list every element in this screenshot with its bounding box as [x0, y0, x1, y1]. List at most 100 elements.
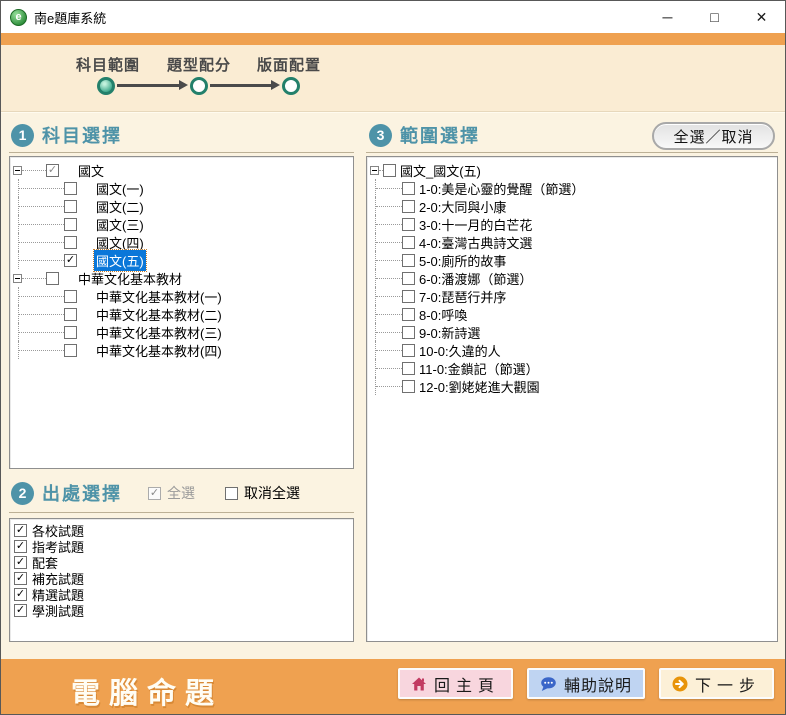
tree-item[interactable]: 11-0:金鎖記（節選）: [367, 359, 777, 377]
tree-checkbox[interactable]: ✓: [46, 164, 59, 177]
tree-item-label[interactable]: 12-0:劉姥姥進大觀園: [417, 376, 542, 397]
tree-item[interactable]: 國文(二): [10, 197, 353, 215]
tree-item[interactable]: ✓國文: [10, 161, 353, 179]
tree-checkbox[interactable]: [64, 308, 77, 321]
tree-item[interactable]: 中華文化基本教材(四): [10, 341, 353, 359]
tree-item[interactable]: 10-0:久違的人: [367, 341, 777, 359]
tree-item[interactable]: 6-0:潘渡娜（節選）: [367, 269, 777, 287]
tree-guide: [22, 278, 46, 279]
tree-checkbox[interactable]: [402, 272, 415, 285]
window-titlebar: e 南e題庫系統 ─ □ ✕: [1, 1, 785, 33]
tree-item[interactable]: 4-0:臺灣古典詩文選: [367, 233, 777, 251]
help-button[interactable]: 輔助說明: [527, 668, 645, 699]
checkbox-icon[interactable]: [225, 487, 238, 500]
tree-item[interactable]: 中華文化基本教材(三): [10, 323, 353, 341]
tree-checkbox[interactable]: [64, 290, 77, 303]
footer-buttons: 回主頁輔助說明 下一步: [398, 668, 774, 699]
tree-item[interactable]: 12-0:劉姥姥進大觀園: [367, 377, 777, 395]
tree-item[interactable]: 中華文化基本教材(二): [10, 305, 353, 323]
tree-item[interactable]: 1-0:美是心靈的覺醒（節選）: [367, 179, 777, 197]
tree-guide: [376, 224, 402, 225]
item-checkbox[interactable]: ✓: [14, 540, 27, 553]
tree-item[interactable]: 中華文化基本教材(一): [10, 287, 353, 305]
tree-item[interactable]: 9-0:新詩選: [367, 323, 777, 341]
select-all-checkbox[interactable]: ✓ 全選: [148, 483, 195, 503]
button-label: 下一步: [695, 672, 761, 696]
tree-item[interactable]: 中華文化基本教材: [10, 269, 353, 287]
tree-guide: [376, 350, 402, 351]
tree-guide: [22, 170, 46, 171]
tree-checkbox[interactable]: [402, 182, 415, 195]
deselect-all-checkbox[interactable]: 取消全選: [225, 483, 300, 503]
tree-checkbox[interactable]: [64, 200, 77, 213]
item-checkbox[interactable]: ✓: [14, 556, 27, 569]
divider: [9, 512, 354, 513]
maximize-button[interactable]: □: [691, 1, 738, 33]
arrow-circle-icon: [672, 676, 688, 692]
tree-item[interactable]: ✓國文(五): [10, 251, 353, 269]
expand-collapse-icon[interactable]: [13, 166, 22, 175]
tree-guide: [19, 224, 64, 225]
tree-item[interactable]: 7-0:琵琶行并序: [367, 287, 777, 305]
tree-checkbox[interactable]: [64, 344, 77, 357]
wizard-steps: 科目範圍題型配分版面配置: [1, 45, 785, 112]
tree-checkbox[interactable]: [402, 308, 415, 321]
source-list-item[interactable]: ✓指考試題: [12, 538, 351, 554]
source-item-label: 學測試題: [32, 601, 84, 620]
expand-collapse-icon[interactable]: [13, 274, 22, 283]
item-checkbox[interactable]: ✓: [14, 604, 27, 617]
home-button[interactable]: 回主頁: [398, 668, 513, 699]
tree-checkbox[interactable]: [402, 200, 415, 213]
next-step-button[interactable]: 下一步: [659, 668, 774, 699]
tree-guide: [19, 242, 64, 243]
checkbox-icon[interactable]: ✓: [148, 487, 161, 500]
range-panel-header: 3 範圍選擇: [369, 122, 480, 148]
tree-checkbox[interactable]: ✓: [64, 254, 77, 267]
tree-item[interactable]: 國文(一): [10, 179, 353, 197]
step-number-badge: 2: [11, 482, 34, 505]
tree-checkbox[interactable]: [402, 344, 415, 357]
source-list-item[interactable]: ✓ 學測試題: [12, 602, 351, 618]
tree-checkbox[interactable]: [402, 218, 415, 231]
source-panel-title: 出處選擇: [42, 480, 122, 506]
tree-item[interactable]: 3-0:十一月的白芒花: [367, 215, 777, 233]
tree-guide: [376, 314, 402, 315]
item-checkbox[interactable]: ✓: [14, 524, 27, 537]
tree-item[interactable]: 8-0:呼喚: [367, 305, 777, 323]
tree-item[interactable]: 國文(三): [10, 215, 353, 233]
minimize-button[interactable]: ─: [644, 1, 691, 33]
close-button[interactable]: ✕: [738, 1, 785, 33]
tree-checkbox[interactable]: [402, 362, 415, 375]
tree-checkbox[interactable]: [64, 218, 77, 231]
tree-guide: [376, 188, 402, 189]
tree-item[interactable]: 2-0:大同與小康: [367, 197, 777, 215]
tree-checkbox[interactable]: [64, 236, 77, 249]
tree-item[interactable]: 國文_國文(五): [367, 161, 777, 179]
tree-checkbox[interactable]: [402, 326, 415, 339]
tree-checkbox[interactable]: [64, 182, 77, 195]
subject-tree: ✓國文國文(一)國文(二)國文(三)國文(四)✓國文(五)中華文化基本教材中華文…: [9, 156, 354, 469]
tree-item-label[interactable]: 中華文化基本教材(四): [94, 340, 224, 361]
tree-item[interactable]: 5-0:廁所的故事: [367, 251, 777, 269]
tree-checkbox[interactable]: [402, 380, 415, 393]
tree-guide: [19, 314, 64, 315]
tree-guide: [376, 296, 402, 297]
tree-item[interactable]: 國文(四): [10, 233, 353, 251]
tree-checkbox[interactable]: [383, 164, 396, 177]
step-arrow-icon: [210, 84, 271, 87]
range-panel-title: 範圍選擇: [400, 122, 480, 148]
tree-checkbox[interactable]: [64, 326, 77, 339]
accent-strip: [1, 33, 785, 45]
tree-checkbox[interactable]: [46, 272, 59, 285]
select-toggle-button[interactable]: 全選／取消: [652, 122, 775, 150]
expand-collapse-icon[interactable]: [370, 166, 379, 175]
tree-guide: [19, 206, 64, 207]
tree-checkbox[interactable]: [402, 236, 415, 249]
step-label: 科目範圍: [75, 54, 141, 75]
tree-checkbox[interactable]: [402, 290, 415, 303]
item-checkbox[interactable]: ✓: [14, 572, 27, 585]
step-circle-icon: [282, 77, 300, 95]
tree-checkbox[interactable]: [402, 254, 415, 267]
step-circle-icon: [190, 77, 208, 95]
item-checkbox[interactable]: ✓: [14, 588, 27, 601]
